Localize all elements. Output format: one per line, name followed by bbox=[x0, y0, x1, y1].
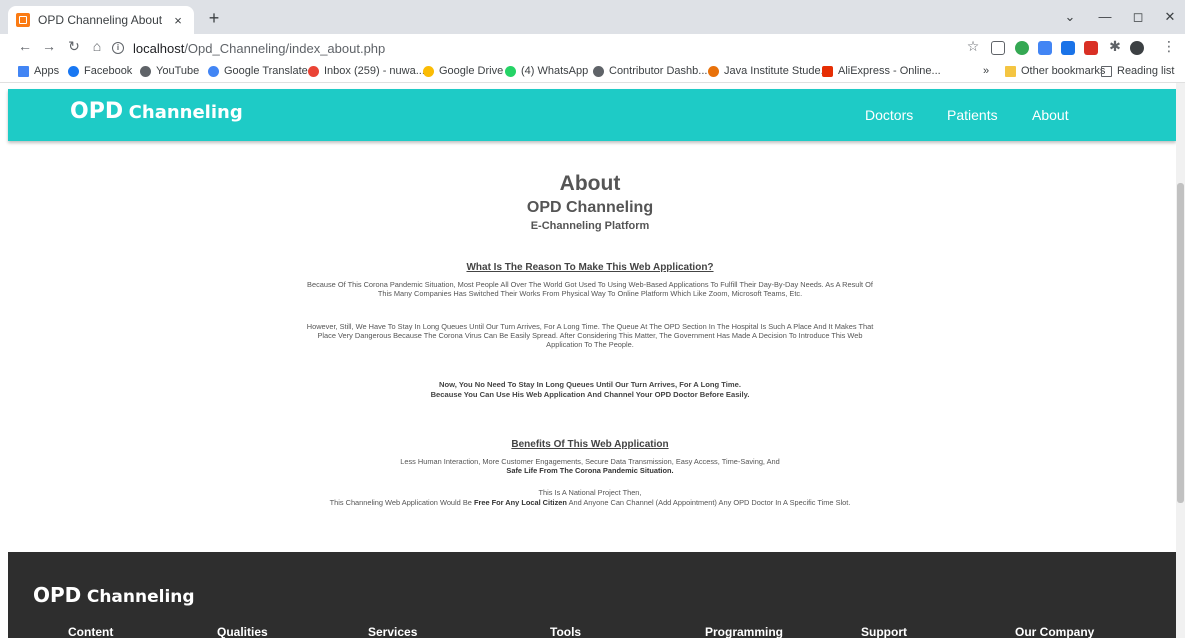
nav-link-patients[interactable]: Patients bbox=[947, 107, 998, 123]
page-scrollbar[interactable] bbox=[1176, 83, 1185, 638]
page-subtitle-secondary: E-Channeling Platform bbox=[530, 220, 650, 232]
reload-icon[interactable]: ↻ bbox=[65, 38, 83, 55]
reading-mode-icon[interactable] bbox=[991, 41, 1005, 55]
footer-column-qualities: Qualities bbox=[217, 625, 268, 638]
footer-column-programming: Programming bbox=[705, 625, 784, 638]
tab-search-chevron-icon[interactable]: ⌄ bbox=[1060, 9, 1080, 25]
bookmark-apps[interactable]: Apps bbox=[18, 65, 59, 77]
translate-icon bbox=[208, 65, 219, 77]
java-icon bbox=[708, 65, 719, 77]
minimize-button[interactable]: — bbox=[1095, 9, 1115, 24]
maximize-button[interactable]: ◻ bbox=[1128, 9, 1148, 25]
free-channeling-paragraph: This Channeling Web Application Would Be… bbox=[300, 498, 880, 507]
other-bookmarks[interactable]: Other bookmarks bbox=[1005, 65, 1105, 77]
address-bar[interactable]: i localhost/Opd_Channeling/index_about.p… bbox=[112, 37, 962, 59]
bookmark-whatsapp[interactable]: (4) WhatsApp bbox=[505, 65, 588, 77]
footer-column-services: Services bbox=[368, 625, 418, 638]
footer-column-content: Content bbox=[68, 625, 114, 638]
page-title: About bbox=[559, 172, 621, 195]
footer-column-support: Support bbox=[861, 625, 907, 638]
reading-list[interactable]: Reading list bbox=[1101, 65, 1174, 77]
tab-close-icon[interactable]: × bbox=[170, 13, 186, 28]
reason-paragraph-1: Because Of This Corona Pandemic Situatio… bbox=[307, 280, 873, 298]
bookmark-google-translate[interactable]: Google Translate bbox=[208, 65, 308, 77]
site-brand-logo[interactable]: OPD Channeling bbox=[70, 99, 243, 124]
site-info-icon[interactable]: i bbox=[112, 42, 124, 54]
gmail-icon bbox=[308, 65, 319, 77]
bookmark-aliexpress[interactable]: AliExpress - Online... bbox=[822, 65, 941, 77]
bookmark-youtube[interactable]: YouTube bbox=[140, 65, 199, 77]
nav-link-about[interactable]: About bbox=[1032, 107, 1069, 123]
globe-icon bbox=[140, 65, 151, 77]
globe-icon bbox=[593, 65, 604, 77]
nav-link-doctors[interactable]: Doctors bbox=[865, 107, 913, 123]
reading-list-icon bbox=[1101, 65, 1112, 77]
browser-tab-strip: OPD Channeling About × + ⌄ — ◻ ✕ bbox=[0, 0, 1185, 34]
bookmark-java-institute[interactable]: Java Institute Stude... bbox=[708, 65, 830, 77]
grammarly-extension-icon[interactable] bbox=[1015, 41, 1029, 55]
highlight-note-line-1: Now, You No Need To Stay In Long Queues … bbox=[439, 380, 741, 389]
new-tab-button[interactable]: + bbox=[204, 8, 224, 29]
national-project-line: This Is A National Project Then, bbox=[538, 488, 642, 497]
browser-tab[interactable]: OPD Channeling About × bbox=[8, 6, 194, 34]
aliexpress-icon bbox=[822, 65, 833, 77]
benefits-heading: Benefits Of This Web Application bbox=[511, 439, 669, 450]
translate-extension-icon[interactable] bbox=[1038, 41, 1052, 55]
close-window-button[interactable]: ✕ bbox=[1160, 9, 1180, 25]
bookmark-star-icon[interactable]: ☆ bbox=[964, 38, 982, 55]
benefits-paragraph: Less Human Interaction, More Customer En… bbox=[300, 457, 880, 475]
bookmark-google-drive[interactable]: Google Drive bbox=[423, 65, 503, 77]
footer-brand-logo: OPD Channeling bbox=[33, 583, 195, 607]
xampp-favicon-icon bbox=[16, 13, 30, 27]
highlight-note-line-2: Because You Can Use His Web Application … bbox=[430, 390, 750, 399]
back-arrow-icon[interactable]: ← bbox=[16, 38, 34, 54]
benefits-bold-text: Safe Life From The Corona Pandemic Situa… bbox=[506, 466, 674, 475]
url-host: localhost bbox=[133, 40, 185, 56]
profile-avatar[interactable] bbox=[1130, 41, 1144, 55]
free-text-pre: This Channeling Web Application Would Be bbox=[329, 498, 472, 507]
home-icon[interactable]: ⌂ bbox=[88, 38, 106, 54]
bookmark-contributor[interactable]: Contributor Dashb... bbox=[593, 65, 707, 77]
reason-paragraph-2: However, Still, We Have To Stay In Long … bbox=[306, 322, 874, 349]
google-drive-icon bbox=[423, 65, 434, 77]
url-path: /Opd_Channeling/index_about.php bbox=[184, 40, 386, 56]
pdf-extension-icon[interactable] bbox=[1084, 41, 1098, 55]
browser-toolbar: ← → ↻ ⌂ i localhost/Opd_Channeling/index… bbox=[0, 34, 1185, 61]
tab-title: OPD Channeling About bbox=[38, 13, 163, 27]
folder-icon bbox=[1005, 65, 1016, 77]
facebook-icon bbox=[68, 65, 79, 77]
zoom-extension-icon[interactable] bbox=[1061, 41, 1075, 55]
footer-column-tools: Tools bbox=[550, 625, 582, 638]
free-text-post: And Anyone Can Channel (Add Appointment)… bbox=[568, 498, 851, 507]
bookmarks-bar: Apps Facebook YouTube Google Translate I… bbox=[0, 61, 1185, 83]
chrome-menu-icon[interactable]: ⋮ bbox=[1160, 38, 1178, 55]
extensions-puzzle-icon[interactable]: ✱ bbox=[1106, 38, 1124, 55]
footer-column-our-company: Our Company bbox=[1015, 625, 1095, 638]
bookmark-facebook[interactable]: Facebook bbox=[68, 65, 132, 77]
reason-heading: What Is The Reason To Make This Web Appl… bbox=[466, 262, 714, 273]
page-subtitle: OPD Channeling bbox=[526, 199, 654, 216]
bookmark-gmail[interactable]: Inbox (259) - nuwa... bbox=[308, 65, 425, 77]
scrollbar-thumb[interactable] bbox=[1177, 183, 1184, 503]
site-navbar: OPD Channeling Doctors Patients About bbox=[8, 89, 1176, 141]
highlight-note: Now, You No Need To Stay In Long Queues … bbox=[300, 380, 880, 400]
forward-arrow-icon[interactable]: → bbox=[40, 38, 58, 54]
benefits-text: Less Human Interaction, More Customer En… bbox=[400, 457, 780, 466]
site-footer: OPD Channeling Content Qualities Service… bbox=[8, 552, 1176, 638]
apps-grid-icon bbox=[18, 65, 29, 77]
whatsapp-icon bbox=[505, 65, 516, 77]
free-text-bold: Free For Any Local Citizen bbox=[473, 498, 567, 507]
bookmarks-overflow-chevron[interactable]: » bbox=[983, 65, 989, 77]
